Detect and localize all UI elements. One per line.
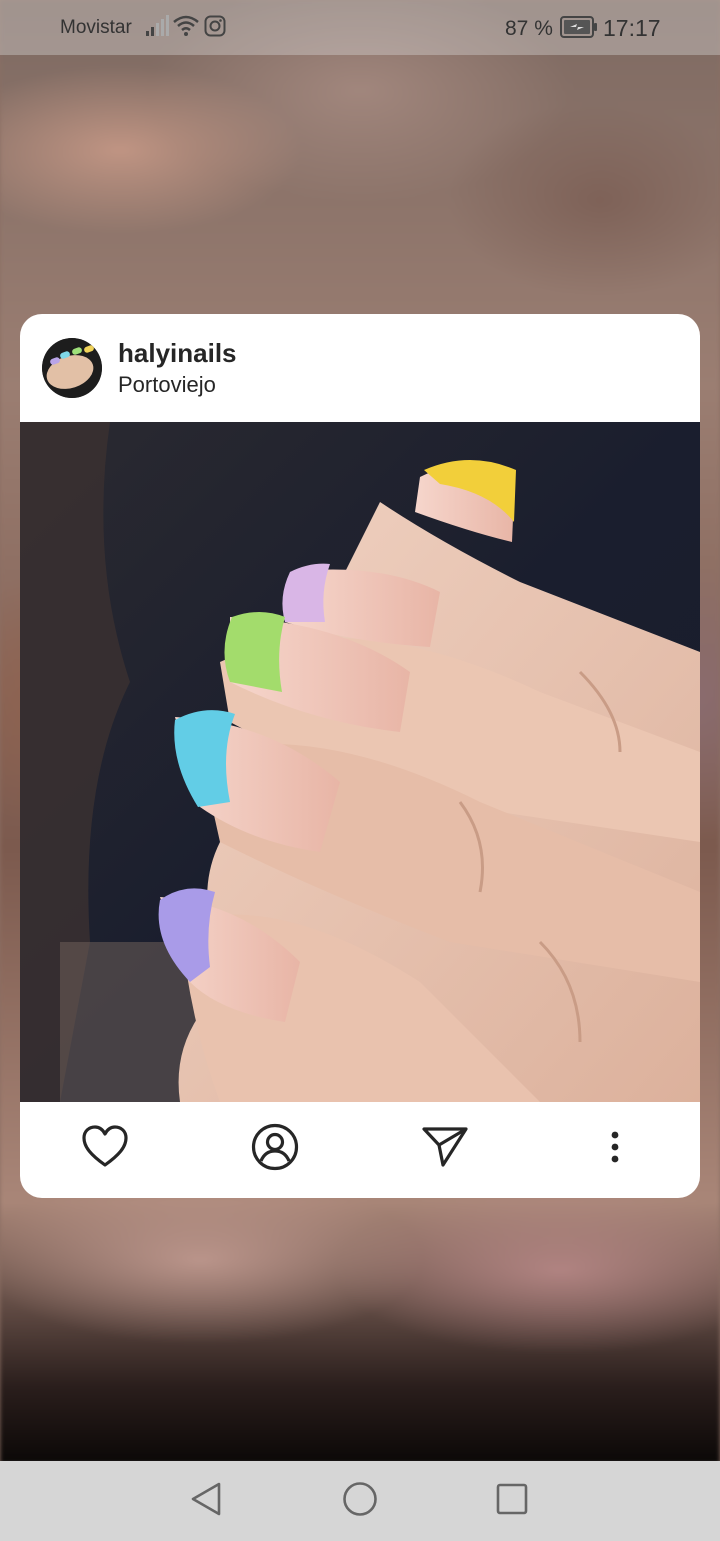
- send-icon: [421, 1125, 469, 1174]
- heart-icon: [81, 1124, 129, 1174]
- more-options-button[interactable]: [590, 1124, 640, 1174]
- carrier-name: Movistar: [60, 17, 132, 38]
- profile-icon: [251, 1123, 299, 1176]
- back-button[interactable]: [184, 1479, 228, 1523]
- more-vertical-icon: [609, 1129, 621, 1170]
- recents-icon: [495, 1482, 529, 1521]
- clock: 17:17: [603, 15, 661, 41]
- home-icon: [342, 1481, 378, 1522]
- battery-percentage: 87 %: [505, 17, 553, 40]
- post-header: halyinails Portoviejo: [20, 314, 700, 422]
- instagram-notification-icon: [204, 15, 226, 43]
- wifi-icon: [172, 14, 200, 44]
- avatar[interactable]: [42, 338, 102, 398]
- recents-button[interactable]: [490, 1479, 534, 1523]
- back-icon: [189, 1481, 223, 1522]
- like-button[interactable]: [80, 1124, 130, 1174]
- post-action-bar: [20, 1102, 700, 1198]
- home-button[interactable]: [338, 1479, 382, 1523]
- share-button[interactable]: [420, 1124, 470, 1174]
- battery-icon: [560, 16, 598, 44]
- post-image[interactable]: [20, 422, 700, 1102]
- location-label[interactable]: Portoviejo: [118, 372, 216, 398]
- signal-icon: [145, 15, 169, 43]
- post-card: halyinails Portoviejo: [20, 314, 700, 1198]
- username[interactable]: halyinails: [118, 338, 237, 369]
- status-bar: Movistar 87 % 17:17: [0, 0, 720, 55]
- system-navigation-bar: [0, 1461, 720, 1541]
- profile-button[interactable]: [250, 1123, 300, 1176]
